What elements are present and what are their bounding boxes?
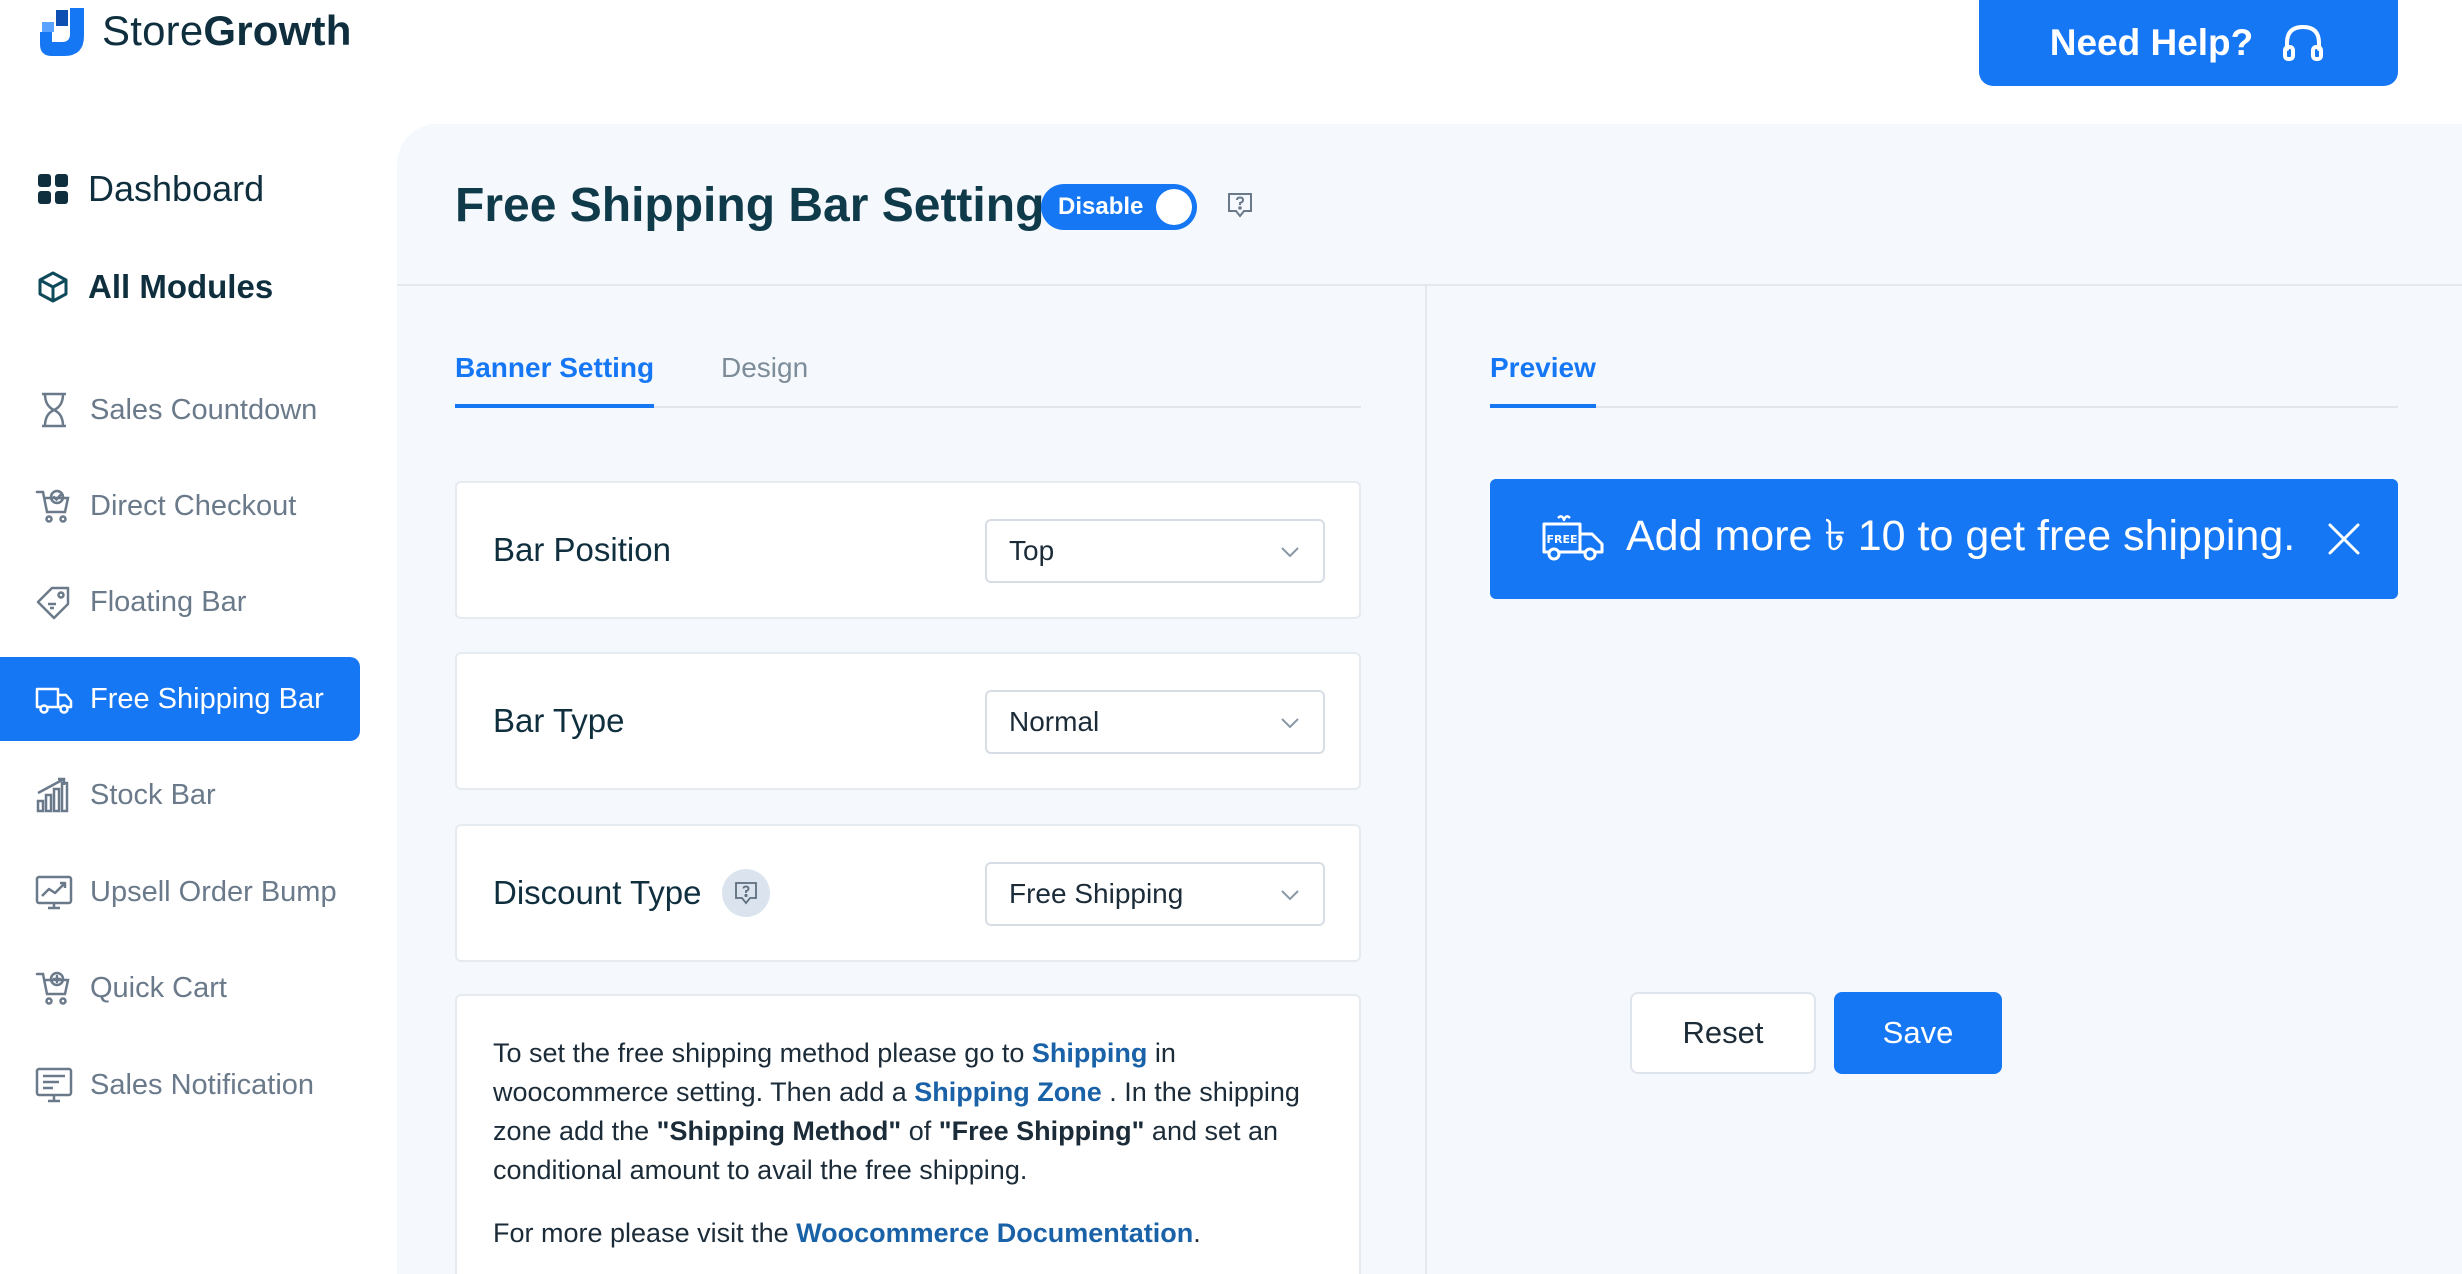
headset-icon — [2283, 24, 2324, 61]
sidebar-item-label: Direct Checkout — [90, 489, 297, 522]
page-title: Free Shipping Bar Setting — [455, 179, 1045, 232]
sidebar-item-upsell-order-bump[interactable]: Upsell Order Bump — [0, 850, 360, 934]
bar-position-select[interactable]: Top — [985, 519, 1325, 583]
need-help-label: Need Help? — [2049, 22, 2254, 63]
woocommerce-docs-link[interactable]: Woocommerce Documentation — [796, 1218, 1193, 1248]
setting-bar-position: Bar Position Top — [455, 481, 1361, 619]
shipping-info-note: To set the free shipping method please g… — [455, 994, 1361, 1274]
info-emphasis: "Shipping Method" — [656, 1116, 902, 1146]
info-emphasis: "Free Shipping" — [938, 1116, 1145, 1146]
tab-banner-setting[interactable]: Banner Setting — [455, 342, 655, 408]
sidebar-item-sales-countdown[interactable]: Sales Countdown — [0, 368, 360, 452]
sidebar-item-direct-checkout[interactable]: Direct Checkout — [0, 464, 360, 548]
truck-icon — [35, 687, 73, 714]
column-divider — [1425, 286, 1427, 1274]
help-tooltip-icon[interactable] — [1225, 190, 1255, 220]
toggle-knob — [1156, 189, 1192, 225]
info-paragraph: To set the free shipping method please g… — [493, 1034, 1323, 1190]
notification-icon — [35, 1067, 73, 1103]
sidebar-item-label: Dashboard — [88, 168, 265, 209]
chevron-down-icon — [1281, 718, 1299, 729]
hourglass-icon — [42, 392, 66, 428]
banner-text: Add more ৳ 10 to get free shipping. — [1626, 511, 2296, 560]
info-text: of — [908, 1116, 932, 1146]
settings-tabs: Banner Setting Design — [455, 342, 1361, 408]
discount-type-select[interactable]: Free Shipping — [985, 862, 1325, 926]
info-paragraph: For more please visit the Woocommerce Do… — [493, 1214, 1323, 1253]
sidebar-item-label: Sales Countdown — [90, 393, 318, 426]
setting-label-text: Bar Position — [493, 531, 671, 568]
sidebar-item-sales-notification[interactable]: Sales Notification — [0, 1043, 360, 1127]
setting-label-text: Bar Type — [493, 702, 625, 739]
page-header: Free Shipping Bar Setting Disable — [397, 124, 2462, 286]
help-tooltip-icon — [734, 882, 757, 905]
sidebar-item-label: Quick Cart — [90, 971, 227, 1004]
sidebar-item-label: Free Shipping Bar — [90, 682, 324, 715]
info-text: For more please visit the — [493, 1218, 789, 1248]
storegrowth-logo-icon — [40, 8, 84, 56]
chevron-down-icon — [1281, 547, 1299, 558]
cube-icon — [38, 271, 68, 303]
sidebar-item-label: Sales Notification — [90, 1068, 315, 1101]
cart-icon — [35, 971, 70, 1005]
save-button[interactable]: Save — [1834, 992, 2002, 1074]
tab-design[interactable]: Design — [721, 342, 808, 408]
setting-discount-type: Discount Type Free Shipping — [455, 824, 1361, 962]
reset-button[interactable]: Reset — [1630, 992, 1816, 1074]
setting-label-text: Discount Type — [493, 874, 702, 911]
toggle-label: Disable — [1058, 193, 1144, 220]
select-value: Free Shipping — [1009, 878, 1184, 909]
need-help-button[interactable]: Need Help? — [1979, 0, 2398, 86]
bar-type-select[interactable]: Normal — [985, 690, 1325, 754]
sidebar-item-label: Floating Bar — [90, 585, 247, 618]
shipping-link[interactable]: Shipping — [1032, 1038, 1147, 1068]
brand-logo[interactable]: StoreGrowth — [34, 4, 352, 58]
chevron-down-icon — [1281, 890, 1299, 901]
select-value: Normal — [1009, 706, 1100, 737]
shipping-bar-preview: FREE Add more ৳ 10 to get free shipping. — [1490, 479, 2398, 599]
module-toggle[interactable]: Disable — [1041, 184, 1197, 230]
grid-icon — [38, 174, 68, 204]
info-text: . — [1193, 1218, 1201, 1248]
main-panel: Free Shipping Bar Setting Disable Banner… — [397, 124, 2462, 1274]
sidebar-item-label: Stock Bar — [90, 778, 216, 811]
shipping-zone-link[interactable]: Shipping Zone — [914, 1077, 1101, 1107]
tag-icon — [36, 586, 70, 620]
sidebar-item-free-shipping-bar[interactable]: Free Shipping Bar — [0, 657, 360, 741]
sidebar-item-stock-bar[interactable]: Stock Bar — [0, 753, 360, 837]
bar-chart-icon — [36, 777, 69, 813]
sidebar-item-dashboard[interactable]: Dashboard — [36, 168, 264, 210]
select-value: Top — [1009, 535, 1055, 566]
sidebar-item-quick-cart[interactable]: Quick Cart — [0, 946, 360, 1030]
close-icon[interactable] — [2326, 521, 2362, 557]
discount-help-button[interactable] — [721, 869, 770, 917]
cart-check-icon — [35, 489, 70, 523]
truck-badge-text: FREE — [1546, 533, 1577, 546]
setting-bar-type: Bar Type Normal — [455, 652, 1361, 790]
sidebar-item-label: Upsell Order Bump — [90, 875, 337, 908]
tab-preview[interactable]: Preview — [1490, 342, 1596, 408]
trend-chart-icon — [35, 875, 73, 910]
setting-label: Discount Type — [493, 826, 770, 960]
sidebar-item-all-modules[interactable]: All Modules — [36, 268, 273, 306]
brand-name: StoreGrowth — [102, 7, 352, 54]
setting-label: Bar Type — [493, 654, 624, 788]
sidebar-item-floating-bar[interactable]: Floating Bar — [0, 560, 360, 644]
setting-label: Bar Position — [493, 483, 671, 617]
free-shipping-truck-icon: FREE — [1542, 515, 1604, 561]
preview-tabs: Preview — [1490, 342, 2398, 408]
sidebar-item-label: All Modules — [88, 268, 274, 305]
info-text: To set the free shipping method please g… — [493, 1038, 1025, 1068]
